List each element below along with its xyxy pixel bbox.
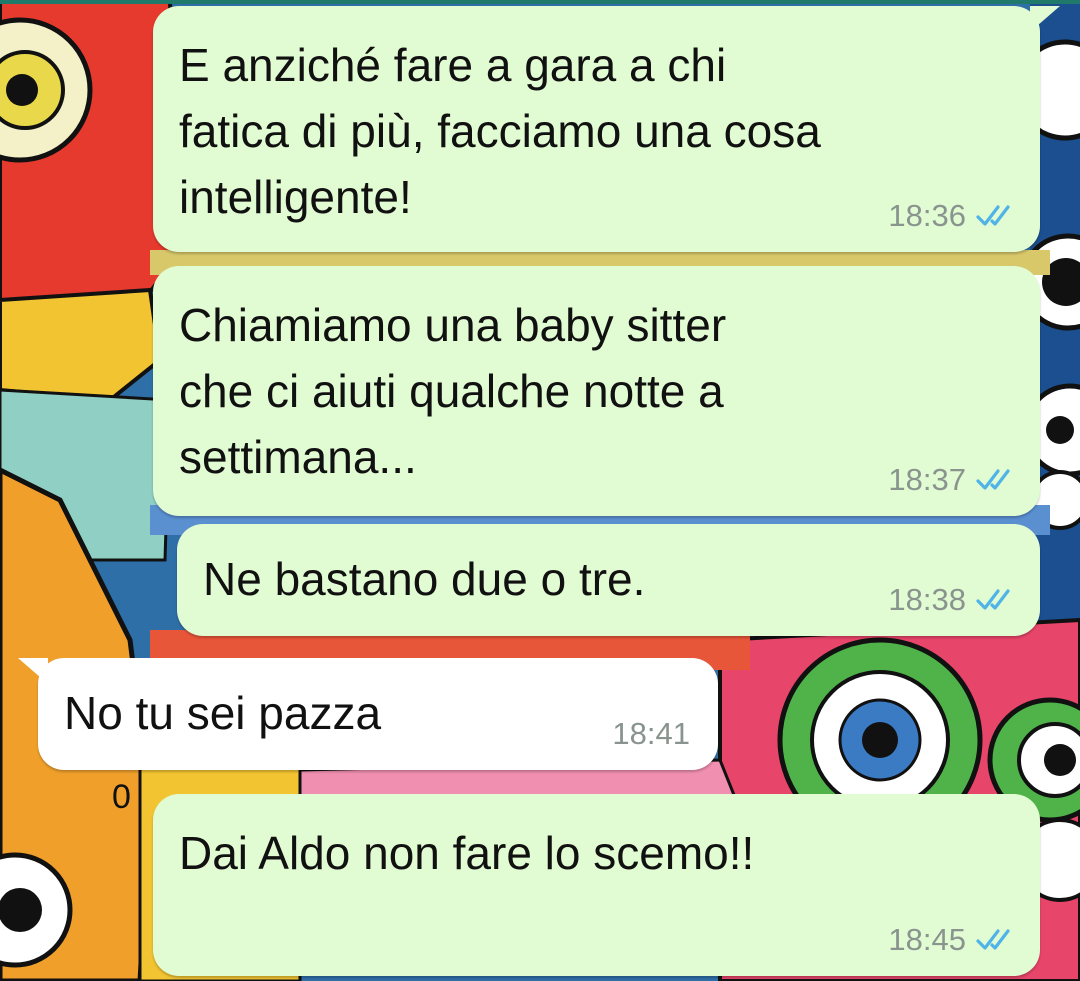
message-bubble-outgoing[interactable]: Dai Aldo non fare lo scemo!! 18:45 [153,794,1040,976]
double-check-icon [976,929,1010,950]
message-bubble-outgoing[interactable]: E anziché fare a gara a chi fatica di pi… [153,6,1060,252]
svg-text:0: 0 [112,778,131,816]
message-text: Dai Aldo non fare lo scemo!! [179,827,755,879]
top-accent-line [0,0,1080,4]
message-time: 18:36 [888,198,966,233]
message-meta: 18:37 [888,462,1018,498]
message-meta: 18:45 [888,922,1018,958]
message-text: Ne bastano due o tre. [203,553,646,605]
message-time: 18:38 [888,582,966,617]
message-text: E anziché fare a gara a chi fatica di pi… [179,39,821,223]
message-meta: 18:36 [888,198,1018,234]
double-check-icon [976,589,1010,610]
message-text: No tu sei pazza [64,687,382,739]
message-bubble-outgoing[interactable]: Chiamiamo una baby sitter che ci aiuti q… [153,266,1040,516]
message-time: 18:45 [888,922,966,957]
message-meta: 18:41 [612,716,690,752]
double-check-icon [976,469,1010,490]
double-check-icon [976,205,1010,226]
message-bubble-incoming[interactable]: No tu sei pazza 18:41 [18,658,718,770]
message-text: Chiamiamo una baby sitter che ci aiuti q… [179,299,727,483]
message-bubble-outgoing[interactable]: Ne bastano due o tre. 18:38 [177,524,1040,636]
bubble-tail [18,658,48,684]
message-time: 18:37 [888,462,966,497]
message-meta: 18:38 [888,582,1018,618]
bubble-tail [1030,6,1060,32]
message-time: 18:41 [612,716,690,751]
